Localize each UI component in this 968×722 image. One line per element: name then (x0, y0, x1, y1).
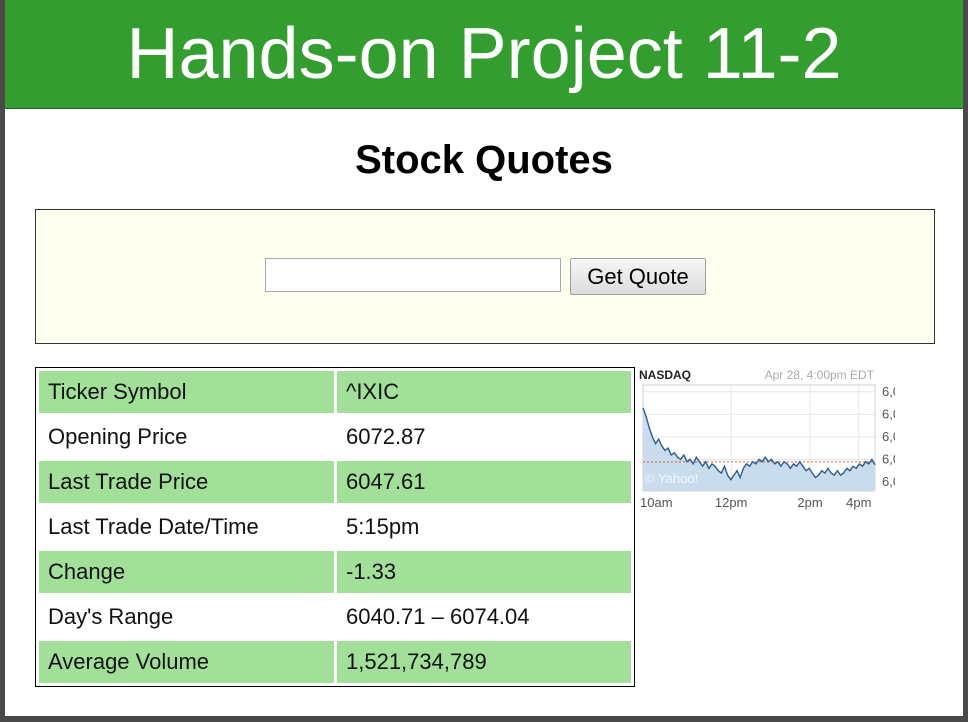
chart-y-tick-label: 6,040 (882, 474, 895, 489)
quote-table: Ticker Symbol ^IXIC Opening Price 6072.8… (35, 367, 635, 687)
last-trade-time-value: 5:15pm (346, 514, 420, 539)
change-value: -1.33 (337, 551, 631, 593)
chart-x-tick-label: 2pm (797, 495, 822, 510)
chart-y-tick-label: 6,070 (882, 406, 895, 421)
chart-y-tick-label: 6,060 (882, 429, 895, 444)
page-header: Hands-on Project 11-2 (5, 0, 963, 109)
chart-watermark: © Yahoo! (645, 471, 698, 486)
section-heading: Stock Quotes (355, 138, 613, 182)
last-trade-price-label: Last Trade Price (39, 461, 334, 503)
days-range-value: 6040.71 – 6074.04 (346, 604, 530, 629)
ticker-input[interactable] (265, 258, 561, 292)
table-row: Last Trade Date/Time 5:15pm (39, 506, 631, 548)
table-row: Opening Price 6072.87 (39, 416, 631, 458)
table-row: Ticker Symbol ^IXIC (39, 371, 631, 413)
average-volume-label: Average Volume (39, 641, 334, 683)
ticker-symbol-label: Ticker Symbol (39, 371, 334, 413)
chart-subtitle: Apr 28, 4:00pm EDT (765, 368, 875, 382)
chart-y-tick-label: 6,050 (882, 451, 895, 466)
chart-x-tick-label: 4pm (846, 495, 871, 510)
last-trade-price-value: 6047.61 (337, 461, 631, 503)
page-title: Hands-on Project 11-2 (126, 14, 842, 94)
opening-price-value: 6072.87 (346, 424, 426, 449)
change-label: Change (39, 551, 334, 593)
last-trade-time-label: Last Trade Date/Time (48, 514, 259, 539)
get-quote-button[interactable]: Get Quote (570, 258, 706, 295)
chart-y-tick-label: 6,080 (882, 384, 895, 399)
table-row: Average Volume 1,521,734,789 (39, 641, 631, 683)
chart-x-tick-label: 12pm (715, 495, 748, 510)
quote-form: Get Quote (35, 209, 935, 344)
stock-chart: NASDAQ Apr 28, 4:00pm EDT © Yahoo! 6,080… (639, 368, 895, 510)
table-row: Change -1.33 (39, 551, 631, 593)
browser-viewport: Hands-on Project 11-2 Stock Quotes Get Q… (5, 0, 963, 716)
ticker-symbol-value: ^IXIC (337, 371, 631, 413)
chart-x-tick-label: 10am (640, 495, 673, 510)
opening-price-label: Opening Price (48, 424, 188, 449)
average-volume-value: 1,521,734,789 (337, 641, 631, 683)
table-row: Last Trade Price 6047.61 (39, 461, 631, 503)
table-row: Day's Range 6040.71 – 6074.04 (39, 596, 631, 638)
chart-title: NASDAQ (639, 368, 691, 382)
days-range-label: Day's Range (48, 604, 174, 629)
